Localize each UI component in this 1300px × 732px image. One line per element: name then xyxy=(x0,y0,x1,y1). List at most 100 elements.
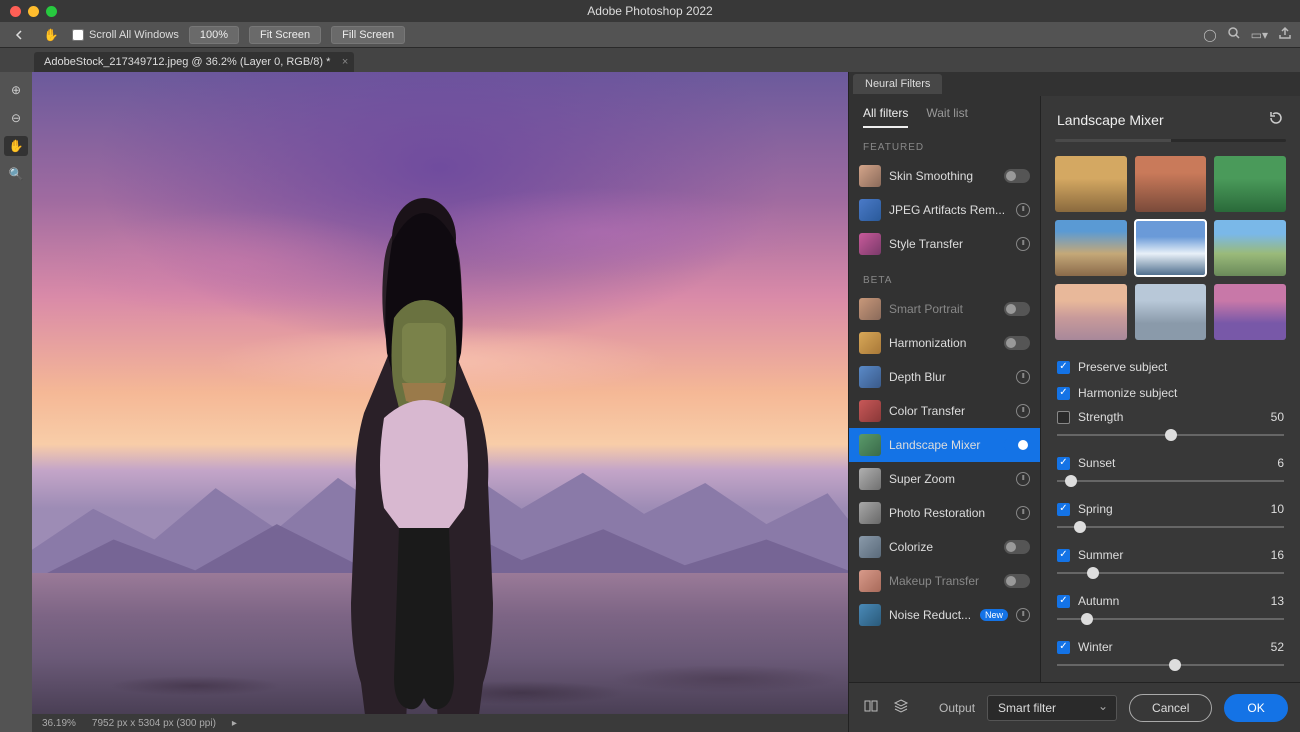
slider-checkbox[interactable] xyxy=(1057,503,1070,516)
status-chevron-icon[interactable]: ▸ xyxy=(232,718,237,729)
preset-thumb[interactable] xyxy=(1135,156,1207,212)
slider-row: Autumn13 xyxy=(1041,590,1300,636)
filter-name: Smart Portrait xyxy=(889,302,996,316)
download-icon[interactable] xyxy=(1016,608,1030,622)
filter-row[interactable]: Photo Restoration xyxy=(849,496,1040,530)
filter-toggle[interactable] xyxy=(1004,169,1030,183)
slider-track[interactable] xyxy=(1057,658,1284,672)
new-badge: New xyxy=(980,609,1008,621)
panel-tab-row: Neural Filters xyxy=(849,72,1300,96)
zoom-in-tool-icon[interactable]: ⊕ xyxy=(4,80,28,100)
filter-row[interactable]: Smart Portrait xyxy=(849,292,1040,326)
filter-row[interactable]: Depth Blur xyxy=(849,360,1040,394)
preset-thumb[interactable] xyxy=(1214,156,1286,212)
slider-track[interactable] xyxy=(1057,566,1284,580)
cancel-button[interactable]: Cancel xyxy=(1129,694,1212,722)
slider-track[interactable] xyxy=(1057,520,1284,534)
slider-checkbox[interactable] xyxy=(1057,595,1070,608)
cloud-docs-icon[interactable]: ◯ xyxy=(1203,28,1216,42)
reset-icon[interactable] xyxy=(1268,110,1284,129)
section-beta: BETA xyxy=(849,261,1040,292)
section-featured: FEATURED xyxy=(849,128,1040,159)
slider-checkbox[interactable] xyxy=(1057,457,1070,470)
filter-thumb-icon xyxy=(859,570,881,592)
slider-thumb[interactable] xyxy=(1074,521,1086,533)
preset-thumb[interactable] xyxy=(1055,284,1127,340)
download-icon[interactable] xyxy=(1016,203,1030,217)
hand-tool-icon[interactable]: ✋ xyxy=(40,24,62,46)
preset-thumb[interactable] xyxy=(1055,156,1127,212)
close-tab-icon[interactable]: × xyxy=(342,56,348,68)
document-tab[interactable]: AdobeStock_217349712.jpeg @ 36.2% (Layer… xyxy=(34,52,354,72)
filter-row[interactable]: JPEG Artifacts Rem... xyxy=(849,193,1040,227)
filter-toggle[interactable] xyxy=(1004,540,1030,554)
slider-track[interactable] xyxy=(1057,612,1284,626)
slider-thumb[interactable] xyxy=(1065,475,1077,487)
workspace-icon[interactable]: ▭▾ xyxy=(1251,28,1268,42)
slider-checkbox[interactable] xyxy=(1057,411,1070,424)
app-title: Adobe Photoshop 2022 xyxy=(0,4,1300,18)
filter-row[interactable]: Noise Reduct...New xyxy=(849,598,1040,632)
filter-row[interactable]: Makeup Transfer xyxy=(849,564,1040,598)
tab-all-filters[interactable]: All filters xyxy=(863,106,908,128)
filter-row[interactable]: Harmonization xyxy=(849,326,1040,360)
slider-thumb[interactable] xyxy=(1081,613,1093,625)
maximize-window-icon[interactable] xyxy=(46,6,57,17)
filter-thumb-icon xyxy=(859,165,881,187)
slider-thumb[interactable] xyxy=(1165,429,1177,441)
preset-thumb[interactable] xyxy=(1214,284,1286,340)
slider-value: 6 xyxy=(1277,456,1284,470)
action-bar: Output Smart filter Cancel OK xyxy=(849,682,1300,732)
filter-toggle[interactable] xyxy=(1004,336,1030,350)
minimize-window-icon[interactable] xyxy=(28,6,39,17)
fit-screen-button[interactable]: Fit Screen xyxy=(249,26,321,44)
preset-thumb-selected[interactable] xyxy=(1135,220,1207,276)
slider-checkbox[interactable] xyxy=(1057,549,1070,562)
filter-toggle[interactable] xyxy=(1004,302,1030,316)
search-icon[interactable] xyxy=(1227,26,1241,43)
slider-checkbox[interactable] xyxy=(1057,641,1070,654)
preset-thumb[interactable] xyxy=(1055,220,1127,276)
slider-track[interactable] xyxy=(1057,428,1284,442)
preview-toggle-icon[interactable] xyxy=(863,698,879,717)
close-window-icon[interactable] xyxy=(10,6,21,17)
download-icon[interactable] xyxy=(1016,472,1030,486)
filter-row[interactable]: Skin Smoothing xyxy=(849,159,1040,193)
filter-row[interactable]: Color Transfer xyxy=(849,394,1040,428)
preset-thumb[interactable] xyxy=(1135,284,1207,340)
slider-thumb[interactable] xyxy=(1087,567,1099,579)
filter-toggle[interactable] xyxy=(1004,438,1030,452)
filter-row[interactable]: Colorize xyxy=(849,530,1040,564)
preset-grid xyxy=(1041,142,1300,354)
hand-tool-icon[interactable]: ✋ xyxy=(4,136,28,156)
download-icon[interactable] xyxy=(1016,404,1030,418)
slider-label: Sunset xyxy=(1078,456,1115,470)
ok-button[interactable]: OK xyxy=(1224,694,1287,722)
settings-title: Landscape Mixer xyxy=(1057,112,1164,128)
tab-wait-list[interactable]: Wait list xyxy=(926,106,968,128)
back-button[interactable] xyxy=(8,24,30,46)
filter-row[interactable]: Landscape Mixer xyxy=(849,428,1040,462)
slider-label: Strength xyxy=(1078,410,1123,424)
filter-row[interactable]: Super Zoom xyxy=(849,462,1040,496)
harmonize-subject-checkbox[interactable]: Harmonize subject xyxy=(1041,380,1300,406)
filter-toggle[interactable] xyxy=(1004,574,1030,588)
slider-thumb[interactable] xyxy=(1169,659,1181,671)
share-icon[interactable] xyxy=(1278,26,1292,43)
neural-filters-panel-tab[interactable]: Neural Filters xyxy=(853,74,942,94)
zoom-tool-icon[interactable]: 🔍 xyxy=(4,164,28,184)
preserve-subject-checkbox[interactable]: Preserve subject xyxy=(1041,354,1300,380)
zoom-out-tool-icon[interactable]: ⊖ xyxy=(4,108,28,128)
layers-icon[interactable] xyxy=(893,698,909,717)
canvas[interactable] xyxy=(32,72,848,714)
scroll-all-windows-checkbox[interactable]: Scroll All Windows xyxy=(72,29,179,41)
preset-thumb[interactable] xyxy=(1214,220,1286,276)
slider-track[interactable] xyxy=(1057,474,1284,488)
fill-screen-button[interactable]: Fill Screen xyxy=(331,26,405,44)
download-icon[interactable] xyxy=(1016,506,1030,520)
output-select[interactable]: Smart filter xyxy=(987,695,1117,721)
download-icon[interactable] xyxy=(1016,237,1030,251)
download-icon[interactable] xyxy=(1016,370,1030,384)
zoom-100-button[interactable]: 100% xyxy=(189,26,239,44)
filter-row[interactable]: Style Transfer xyxy=(849,227,1040,261)
